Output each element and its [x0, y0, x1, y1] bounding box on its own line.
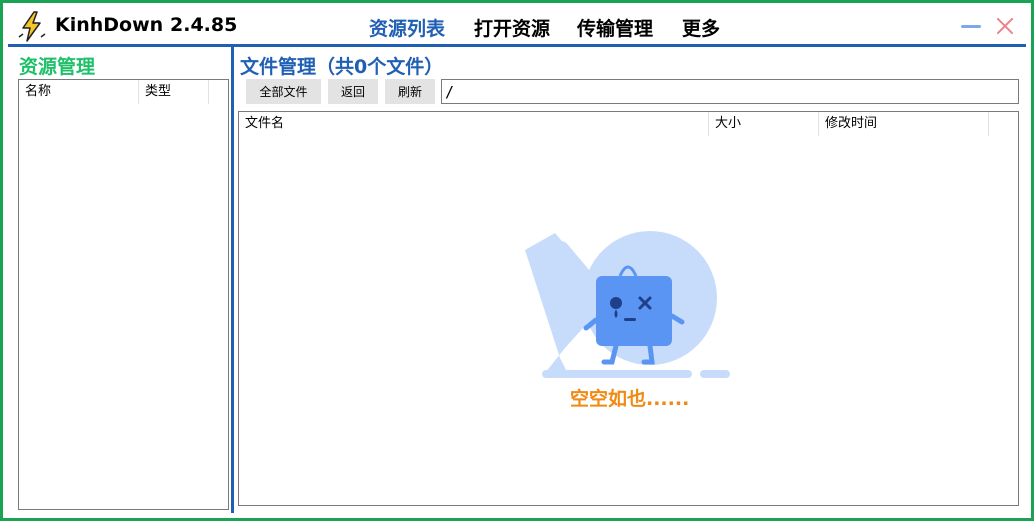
column-header-name[interactable]: 名称	[19, 80, 139, 104]
file-panel-title: 文件管理（共0个文件）	[240, 56, 444, 78]
lightning-bolt-icon	[15, 10, 49, 44]
close-icon[interactable]	[992, 12, 1018, 40]
column-header-filename[interactable]: 文件名	[239, 112, 709, 136]
refresh-button[interactable]: 刷新	[385, 79, 435, 104]
empty-box-illustration	[525, 231, 730, 378]
title-bar: KinhDown 2.4.85 资源列表 打开资源 传输管理 更多	[8, 8, 1026, 46]
column-header-modified[interactable]: 修改时间	[819, 112, 989, 136]
app-version: 2.4.85	[170, 14, 238, 36]
empty-state-text: 空空如也......	[570, 388, 690, 410]
nav-transfer-manager[interactable]: 传输管理	[577, 14, 653, 41]
panel-divider	[231, 47, 234, 513]
column-header-type[interactable]: 类型	[139, 80, 209, 104]
resource-list[interactable]: 名称 类型	[18, 79, 229, 510]
column-header-size[interactable]: 大小	[709, 112, 819, 136]
resource-panel: 资源管理 名称 类型	[10, 47, 232, 513]
back-button[interactable]: 返回	[328, 79, 378, 104]
all-files-button[interactable]: 全部文件	[246, 79, 321, 104]
nav-resource-list[interactable]: 资源列表	[369, 14, 445, 41]
nav-more[interactable]: 更多	[682, 14, 720, 41]
minimize-icon[interactable]	[959, 12, 985, 40]
app-name: KinhDown	[55, 14, 164, 36]
resource-panel-title: 资源管理	[19, 56, 96, 78]
path-input[interactable]	[441, 79, 1019, 104]
nav-open-resource[interactable]: 打开资源	[474, 14, 550, 41]
